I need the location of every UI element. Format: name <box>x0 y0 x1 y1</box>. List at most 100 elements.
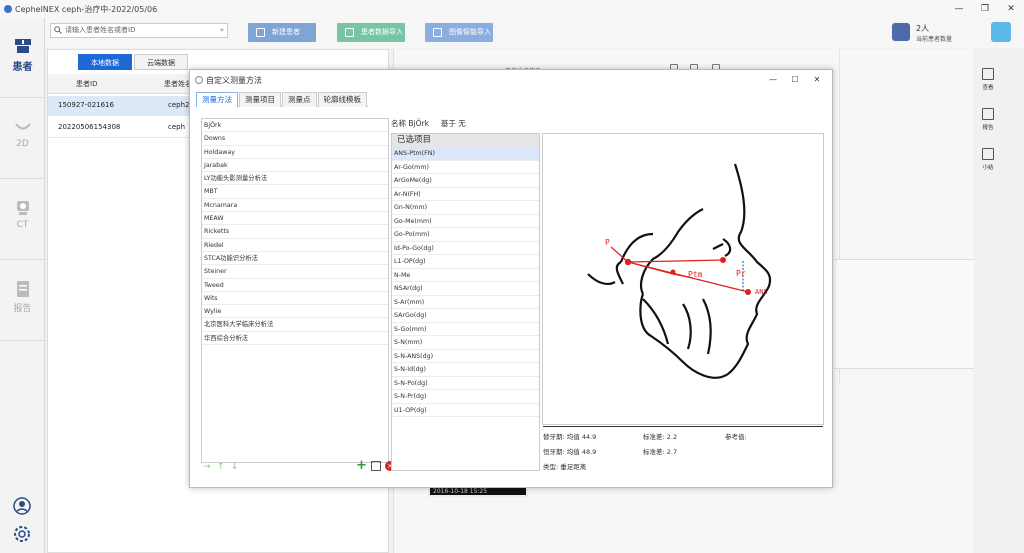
dialog-titlebar: 自定义测量方法 — ☐ ✕ <box>190 70 832 90</box>
list-item[interactable]: Go-Me(mm) <box>392 215 539 228</box>
list-item[interactable]: BjÖrk <box>202 119 388 133</box>
search-icon <box>54 26 62 34</box>
list-item[interactable]: S-N-ANS(dg) <box>392 350 539 363</box>
list-item[interactable]: 北京医科大学临床分析法 <box>202 318 388 332</box>
tab-measure-item[interactable]: 测量项目 <box>239 92 281 107</box>
list-item[interactable]: Mcnamara <box>202 199 388 213</box>
patient-icon <box>14 39 31 53</box>
list-item[interactable]: Downs <box>202 132 388 146</box>
list-item[interactable]: S-N-Pr(dg) <box>392 390 539 404</box>
list-item[interactable]: S-Ar(mm) <box>392 296 539 309</box>
cloud-icon[interactable] <box>991 22 1011 42</box>
list-item[interactable]: ANS-Ptm(FN) <box>392 147 539 161</box>
list-item[interactable]: S-N-Id(dg) <box>392 363 539 377</box>
dialog-controls: — ☐ ✕ <box>762 73 828 87</box>
restore-button[interactable]: ❐ <box>972 0 998 18</box>
nav-label-ct: CT <box>16 220 29 230</box>
base-value: 无 <box>458 119 466 128</box>
list-item[interactable]: MBT <box>202 185 388 199</box>
list-item[interactable]: 华西综合分析法 <box>202 332 388 346</box>
data-source-tabs: 本地数据 云端数据 <box>78 54 190 70</box>
dialog-maximize-button[interactable]: ☐ <box>784 73 806 87</box>
list-item[interactable]: Tweed <box>202 279 388 292</box>
chevron-down-icon[interactable]: » <box>220 24 224 37</box>
arrow-up-icon[interactable]: ↑ <box>217 462 225 472</box>
add-method-button[interactable]: + <box>356 459 367 473</box>
minimize-button[interactable]: — <box>946 0 972 18</box>
main-toolbar: 请输入患者姓名或者ID » 新建患者 患者数据导入 图像智能导入 2人 当前患者… <box>45 18 1024 48</box>
list-item[interactable]: Go-Po(mm) <box>392 228 539 242</box>
nav-item-report[interactable]: 报告 <box>0 261 45 341</box>
settings-icon[interactable] <box>12 524 32 544</box>
ceph-diagram-svg: P Ptm Pr ANS <box>587 163 772 379</box>
search-input[interactable]: 请输入患者姓名或者ID » <box>50 23 228 38</box>
arrow-right-icon[interactable]: → <box>203 462 211 472</box>
new-patient-button[interactable]: 新建患者 <box>248 23 316 42</box>
nav-item-ct[interactable]: CT <box>0 180 45 260</box>
report-tool-button[interactable]: 报告 <box>980 108 996 131</box>
list-item[interactable]: S-Go(mm) <box>392 323 539 336</box>
landmark-pr-label: Pr <box>736 269 746 278</box>
list-item[interactable]: Wylie <box>202 305 388 319</box>
dialog-minimize-button[interactable]: — <box>762 73 784 87</box>
summary-tool-button[interactable]: 小结 <box>980 148 996 171</box>
method-name-row: 名称 BjÖrk 基于 无 <box>391 118 466 129</box>
dialog-tabs: 测量方法 测量项目 测量点 轮廓线模板 <box>196 92 368 107</box>
list-item[interactable]: SArGo(dg) <box>392 309 539 323</box>
user-icon[interactable] <box>12 496 32 516</box>
edit-method-button[interactable] <box>371 461 381 471</box>
view-tool-button[interactable]: 查看 <box>980 68 996 91</box>
list-item[interactable]: Riedel <box>202 239 388 252</box>
app-logo-icon <box>4 5 12 13</box>
list-item[interactable]: Id-Po-Go(dg) <box>392 242 539 255</box>
list-item[interactable]: Holdaway <box>202 146 388 159</box>
list-item[interactable]: Gn-N(mm) <box>392 201 539 215</box>
list-item[interactable]: Ar-Go(mm) <box>392 161 539 174</box>
list-item[interactable]: U1-OP(dg) <box>392 404 539 417</box>
window-titlebar: CephelNEX ceph-治疗中-2022/05/06 — ❐ ✕ <box>0 0 1024 18</box>
tab-measure-point[interactable]: 测量点 <box>282 92 317 107</box>
patient-id: 150927-021616 <box>58 101 114 109</box>
list-item[interactable]: ArGoMe(dg) <box>392 174 539 188</box>
nav-item-2d[interactable]: 2D <box>0 99 45 179</box>
list-item[interactable]: Ar-N(FH) <box>392 188 539 201</box>
close-button[interactable]: ✕ <box>998 0 1024 18</box>
nav-item-patient[interactable]: 患者 <box>0 18 45 98</box>
list-item[interactable]: Steiner <box>202 265 388 279</box>
list-item[interactable]: N-Me <box>392 269 539 282</box>
arrow-down-icon[interactable]: ↓ <box>231 462 239 472</box>
list-item[interactable]: Wits <box>202 292 388 306</box>
view-icon <box>982 68 994 80</box>
patient-count: 2人 当前患者数量 <box>892 21 982 43</box>
tab-contour-template[interactable]: 轮廓线模板 <box>317 92 367 107</box>
smart-import-button[interactable]: 图像智能导入 <box>425 23 493 42</box>
new-patient-label: 新建患者 <box>272 28 300 36</box>
window-controls: — ❐ ✕ <box>946 0 1024 18</box>
list-item[interactable]: Ricketts <box>202 225 388 239</box>
list-item[interactable]: S-N(mm) <box>392 336 539 350</box>
list-item[interactable]: MEAW <box>202 212 388 226</box>
tab-local-data[interactable]: 本地数据 <box>78 54 132 70</box>
list-item[interactable]: LY功能头影测量分析法 <box>202 172 388 186</box>
list-item[interactable]: S-N-Po(dg) <box>392 377 539 390</box>
list-item[interactable]: Jarabak <box>202 159 388 173</box>
base-label: 基于 <box>440 119 456 128</box>
list-item[interactable]: NSAr(dg) <box>392 282 539 296</box>
tab-measure-method[interactable]: 测量方法 <box>196 92 238 107</box>
header-patient-name[interactable]: 患者姓名 <box>164 79 192 89</box>
report-doc-icon <box>982 108 994 120</box>
summary-tool-label: 小结 <box>982 165 994 171</box>
list-item[interactable]: STCA功能识分析法 <box>202 252 388 266</box>
import-data-button[interactable]: 患者数据导入 <box>337 23 405 42</box>
patient-group-icon <box>892 23 910 41</box>
gear-icon <box>195 76 203 84</box>
landmark-p-label: P <box>605 238 610 247</box>
left-nav: 患者 2D CT 报告 <box>0 18 45 553</box>
tab-cloud-data[interactable]: 云端数据 <box>134 54 188 70</box>
header-patient-id[interactable]: 患者ID <box>76 79 97 89</box>
nav-label-2d: 2D <box>16 139 29 149</box>
selected-items-header: 已选项目 <box>392 134 539 147</box>
dialog-close-button[interactable]: ✕ <box>806 73 828 87</box>
list-item[interactable]: L1-OP(dg) <box>392 255 539 269</box>
patient-name: ceph2 <box>168 101 190 109</box>
